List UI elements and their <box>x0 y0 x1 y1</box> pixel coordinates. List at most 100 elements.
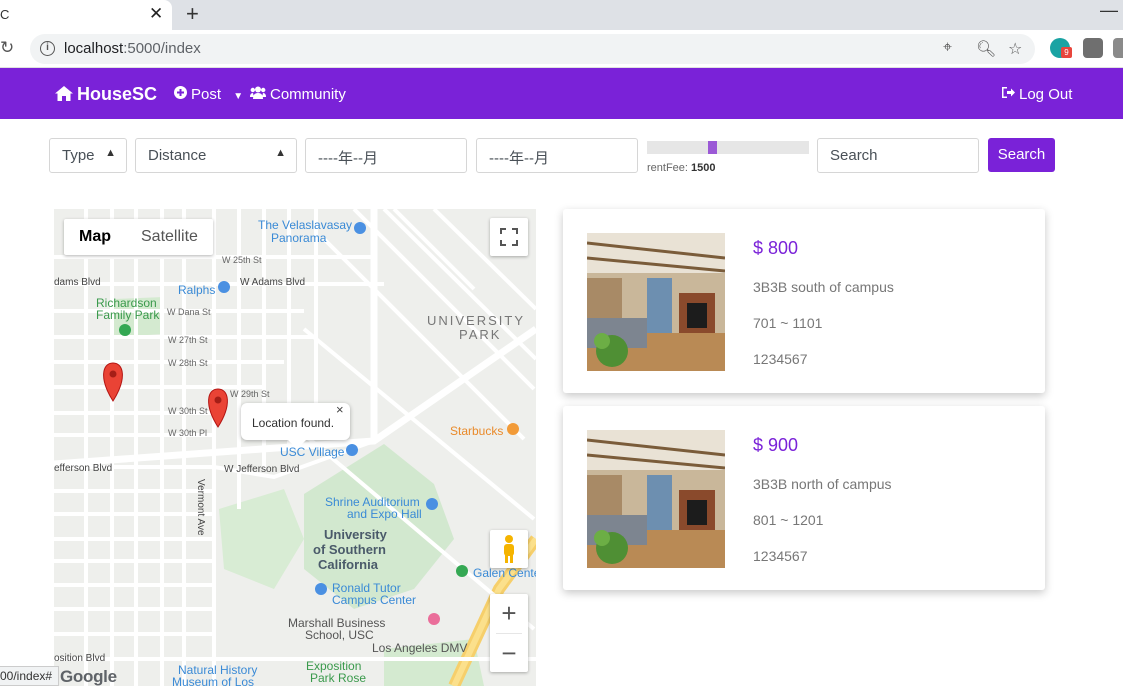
map-label: Starbucks <box>450 424 504 438</box>
location-icon[interactable]: ⌖ <box>943 39 952 57</box>
close-icon[interactable]: × <box>336 402 344 417</box>
tab-close-icon[interactable]: ✕ <box>149 4 163 24</box>
extension-icon[interactable] <box>1113 38 1123 58</box>
google-logo[interactable]: Google <box>60 667 117 686</box>
caret-down-icon: ▼ <box>233 91 244 102</box>
listing-price[interactable]: $ 800 <box>753 238 798 259</box>
select-caret-icon: ▲ <box>275 147 286 159</box>
listing-range: 801 ~ 1201 <box>753 512 824 528</box>
street-label: W 25th St <box>222 255 262 265</box>
map-label: Museum of Los <box>172 675 255 686</box>
nav-community[interactable]: Community <box>250 86 346 103</box>
street-label: W 30th St <box>168 406 208 416</box>
minimize-button[interactable]: — <box>1100 0 1118 21</box>
extension-icon[interactable]: 9 <box>1050 38 1072 58</box>
map-label: UNIVERSITY <box>427 313 526 328</box>
search-placeholder: Search <box>830 147 878 164</box>
street-label: osition Blvd <box>54 653 106 664</box>
map-label: Galen Cente <box>473 566 536 580</box>
brand-link[interactable]: HouseSC <box>55 84 157 105</box>
listing-photo-image <box>587 430 725 568</box>
google-map[interactable]: The Velaslavasay Panorama Ralphs Richard… <box>54 209 536 686</box>
date-from-value: ----年--月 <box>318 150 378 167</box>
url-path: :5000/index <box>123 40 201 57</box>
sign-out-icon <box>1001 86 1015 103</box>
rent-fee-value: 1500 <box>691 162 716 174</box>
date-to-field[interactable]: ----年--月 <box>476 138 638 173</box>
site-info-icon[interactable]: i <box>40 41 55 56</box>
home-icon <box>55 86 73 101</box>
url-host: localhost <box>64 40 124 57</box>
plus-circle-icon <box>174 86 187 103</box>
nav-post-label: Post <box>191 86 222 103</box>
info-window-tail <box>288 440 306 449</box>
reload-icon[interactable]: ↻ <box>0 38 14 58</box>
type-select-value: Type <box>62 147 95 164</box>
url-text: localhost:5000/index <box>64 40 201 57</box>
listing-title: 3B3B south of campus <box>753 279 894 295</box>
map-label: Ralphs <box>178 283 216 297</box>
browser-tab-strip: C ✕ + — <box>0 0 1123 30</box>
slider-track[interactable] <box>647 141 809 154</box>
street-label: W 30th Pl <box>168 428 208 438</box>
map-label: Family Park <box>96 308 160 322</box>
street-label: efferson Blvd <box>54 463 113 474</box>
nav-community-label: Community <box>270 86 346 103</box>
map-view-button[interactable]: Map <box>64 219 126 255</box>
map-label: PARK <box>459 327 502 342</box>
zoom-out-button[interactable]: − <box>490 634 528 673</box>
street-label: W 28th St <box>168 358 208 368</box>
zoom-in-button[interactable]: + <box>490 594 528 633</box>
listing-card[interactable]: $ 800 3B3B south of campus 701 ~ 1101 12… <box>563 209 1045 393</box>
search-input[interactable]: Search <box>817 138 979 173</box>
url-field[interactable]: i localhost:5000/index ⌖ 🔍︎ ☆ <box>30 34 1035 64</box>
date-from-field[interactable]: ----年--月 <box>305 138 467 173</box>
fullscreen-button[interactable] <box>490 218 528 256</box>
brand-name: HouseSC <box>77 84 158 104</box>
fullscreen-icon <box>500 228 518 246</box>
distance-select[interactable]: Distance ▲ <box>135 138 297 173</box>
info-window-text: Location found. <box>252 416 335 430</box>
slider-thumb[interactable] <box>708 141 717 154</box>
map-type-control: Map Satellite <box>64 219 213 255</box>
street-label: W 27th St <box>168 335 208 345</box>
map-label: Park Rose <box>310 671 367 685</box>
street-view-pegman[interactable] <box>490 530 528 568</box>
map-label: Campus Center <box>332 593 417 607</box>
street-label: W Dana St <box>167 307 211 317</box>
logout-link[interactable]: Log Out <box>1001 86 1072 103</box>
zoom-control: + − <box>490 594 528 672</box>
zoom-icon[interactable]: 🔍︎ <box>976 39 996 59</box>
satellite-view-button[interactable]: Satellite <box>126 219 213 255</box>
nav-post-dropdown[interactable]: Post ▼ <box>174 86 243 103</box>
map-label: University <box>324 527 387 542</box>
info-window: Location found. × <box>241 402 350 449</box>
map-label: of Southern <box>313 542 386 557</box>
type-select[interactable]: Type ▲ <box>49 138 127 173</box>
rent-fee-label: rentFee: 1500 <box>647 162 716 174</box>
listing-range: 701 ~ 1101 <box>753 315 823 331</box>
rent-fee-slider[interactable]: rentFee: 1500 <box>647 140 809 180</box>
listing-photo[interactable] <box>587 430 725 568</box>
date-to-value: ----年--月 <box>489 150 549 167</box>
extension-icon[interactable] <box>1083 38 1103 58</box>
street-label: W Adams Blvd <box>240 277 306 288</box>
status-bar-url: 00/index# <box>0 666 60 686</box>
listing-photo[interactable] <box>587 233 725 371</box>
browser-tab[interactable]: C ✕ <box>0 0 172 30</box>
map-label: Los Angeles DMV <box>372 641 468 655</box>
listing-phone: 1234567 <box>753 548 808 564</box>
listing-photo-image <box>587 233 725 371</box>
search-button[interactable]: Search <box>988 138 1055 172</box>
map-label: The Velaslavasay <box>258 218 353 232</box>
bookmark-star-icon[interactable]: ☆ <box>1008 39 1022 59</box>
street-label: Vermont Ave <box>195 479 206 536</box>
listing-price[interactable]: $ 900 <box>753 435 798 456</box>
street-label: dams Blvd <box>54 277 101 288</box>
listing-card[interactable]: $ 900 3B3B north of campus 801 ~ 1201 12… <box>563 406 1045 590</box>
select-caret-icon: ▲ <box>105 147 116 159</box>
new-tab-button[interactable]: + <box>186 1 199 27</box>
extension-badge: 9 <box>1061 47 1072 58</box>
map-label: Panorama <box>271 231 327 245</box>
distance-select-value: Distance <box>148 147 207 164</box>
